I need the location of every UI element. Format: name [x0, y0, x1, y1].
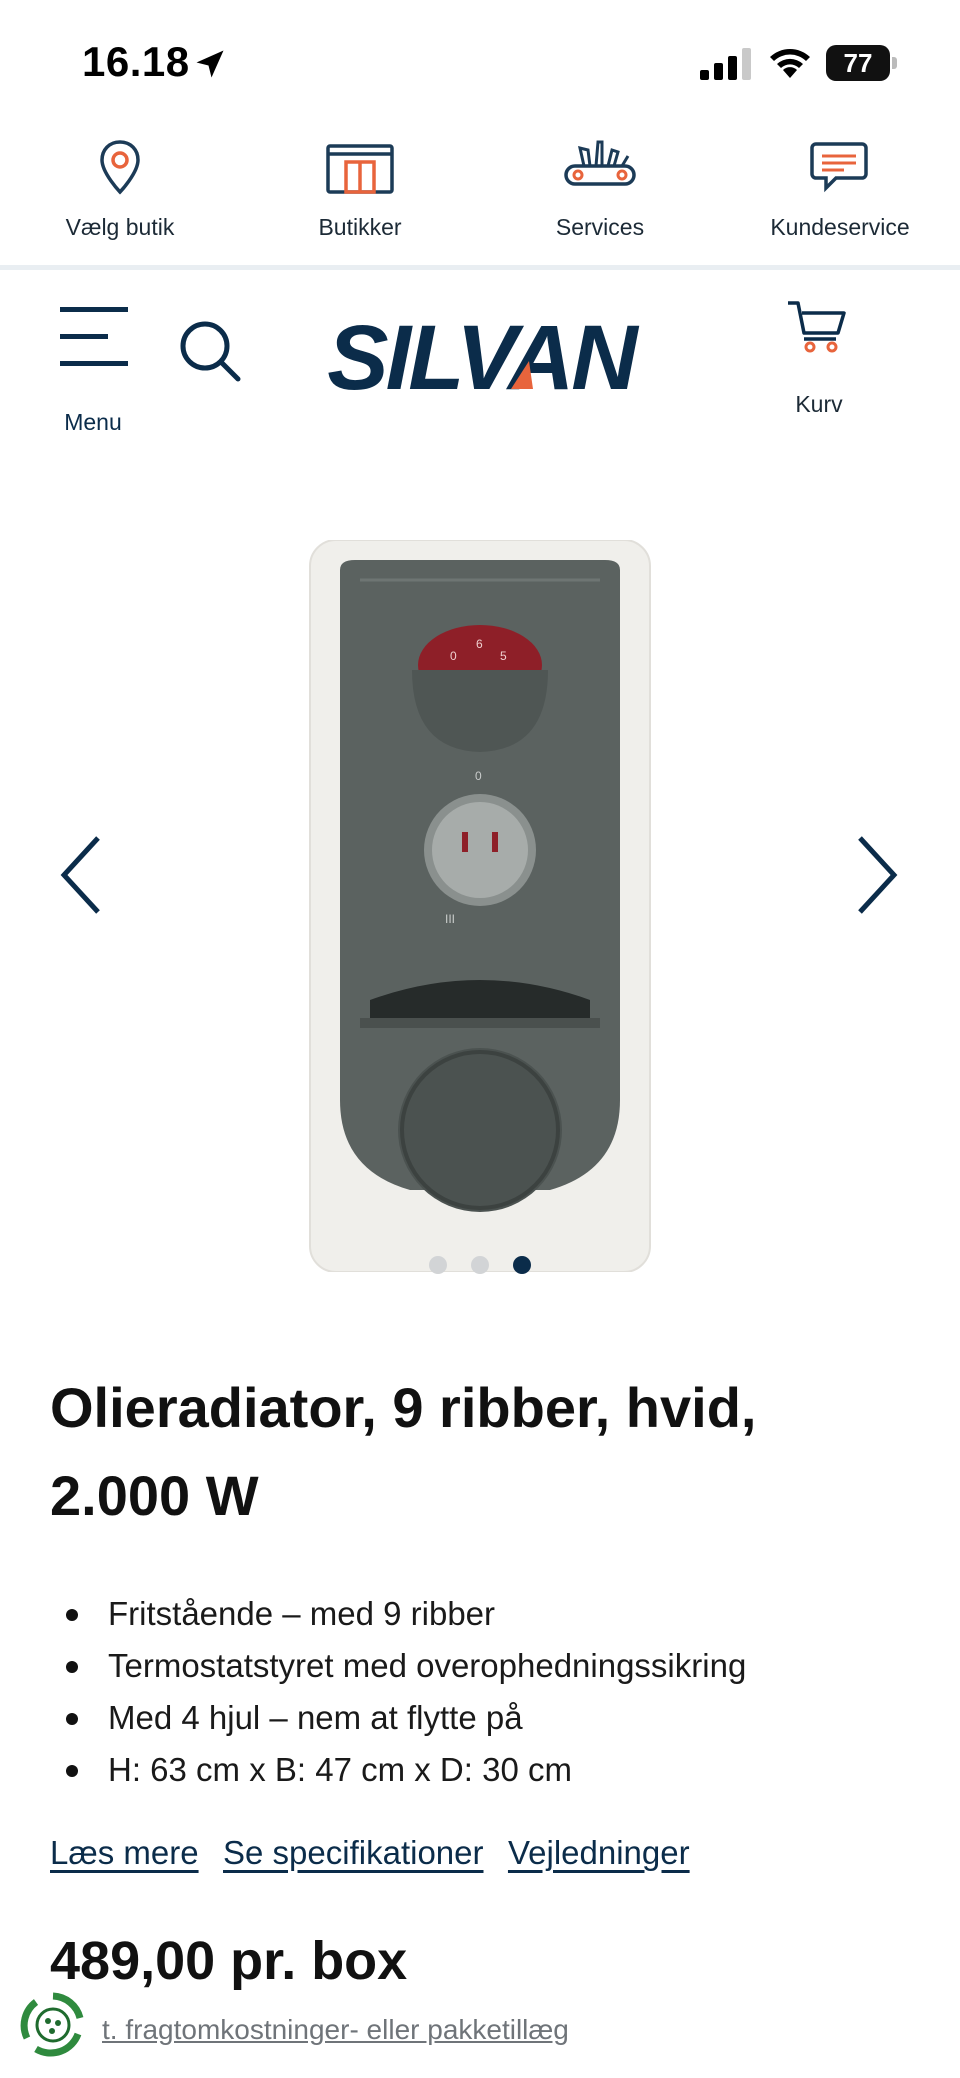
svg-text:SILVAN: SILVAN: [327, 311, 640, 401]
battery-icon: 77: [826, 45, 897, 81]
carousel-dot-active[interactable]: [513, 1256, 532, 1274]
silvan-logo[interactable]: SILVAN: [315, 311, 647, 401]
shipping-note-link[interactable]: t. fragtomkostninger- eller pakketillæg: [102, 2014, 569, 2046]
store-icon: [326, 144, 394, 194]
feature-item: H: 63 cm x B: 47 cm x D: 30 cm: [60, 1744, 920, 1796]
tools-icon: [564, 140, 636, 186]
cart-button[interactable]: Kurv: [772, 295, 866, 417]
site-header: Menu SILVAN Kurv: [0, 275, 960, 435]
util-item-choose-store[interactable]: Vælg butik: [0, 128, 240, 264]
carousel-dot[interactable]: [471, 1256, 489, 1274]
cellular-signal-icon: [700, 48, 751, 80]
feature-list: Fritstående – med 9 ribber Termostatstyr…: [60, 1588, 920, 1796]
product-image: 0 6 5 0 III: [309, 540, 651, 1272]
product-image-carousel: 0 6 5 0 III: [0, 520, 960, 1290]
feature-item: Fritstående – med 9 ribber: [60, 1588, 920, 1640]
chat-icon: [810, 142, 868, 193]
util-item-services[interactable]: Services: [480, 128, 720, 264]
util-label: Vælg butik: [65, 214, 175, 240]
cart-icon: [788, 301, 846, 353]
feature-item: Med 4 hjul – nem at flytte på: [60, 1692, 920, 1744]
menu-label: Menu: [64, 409, 122, 435]
util-label: Services: [555, 214, 645, 240]
location-arrow-icon: [196, 50, 224, 78]
util-item-customer-service[interactable]: Kundeservice: [720, 128, 960, 264]
svg-text:III: III: [445, 912, 455, 926]
cart-label: Kurv: [795, 391, 843, 417]
product-links: Læs mere Se specifikationer Vejledninger: [50, 1834, 950, 1872]
util-label: Butikker: [318, 214, 402, 240]
search-icon[interactable]: [178, 319, 244, 385]
svg-text:0: 0: [475, 769, 482, 783]
carousel-dot[interactable]: [428, 1256, 447, 1274]
util-item-stores[interactable]: Butikker: [240, 128, 480, 264]
guides-link[interactable]: Vejledninger: [508, 1834, 690, 1871]
menu-button[interactable]: Menu: [52, 299, 134, 435]
status-bar: 16.18 77: [0, 0, 960, 120]
read-more-link[interactable]: Læs mere: [50, 1834, 199, 1871]
utility-nav: Vælg butik Butikker Services Kundeservic…: [0, 128, 960, 270]
carousel-dots: [0, 1256, 960, 1279]
util-label: Kundeservice: [770, 214, 910, 240]
status-time: 16.18: [82, 38, 190, 85]
feature-item: Termostatstyret med overophedningssikrin…: [60, 1640, 920, 1692]
wifi-icon: [770, 49, 810, 78]
location-pin-icon: [100, 140, 140, 195]
recycle-badge-icon[interactable]: [18, 1990, 88, 2060]
chevron-left-icon[interactable]: [52, 830, 112, 920]
price: 489,00 pr. box: [50, 1931, 408, 1991]
svg-text:5: 5: [500, 649, 507, 663]
specifications-link[interactable]: Se specifikationer: [223, 1834, 483, 1871]
product-title: Olieradiator, 9 ribber, hvid, 2.000 W: [50, 1376, 757, 1527]
chevron-right-icon[interactable]: [846, 830, 906, 920]
svg-text:0: 0: [450, 649, 457, 663]
svg-text:6: 6: [476, 637, 483, 651]
battery-level: 77: [843, 48, 873, 78]
hamburger-icon: [60, 307, 128, 366]
